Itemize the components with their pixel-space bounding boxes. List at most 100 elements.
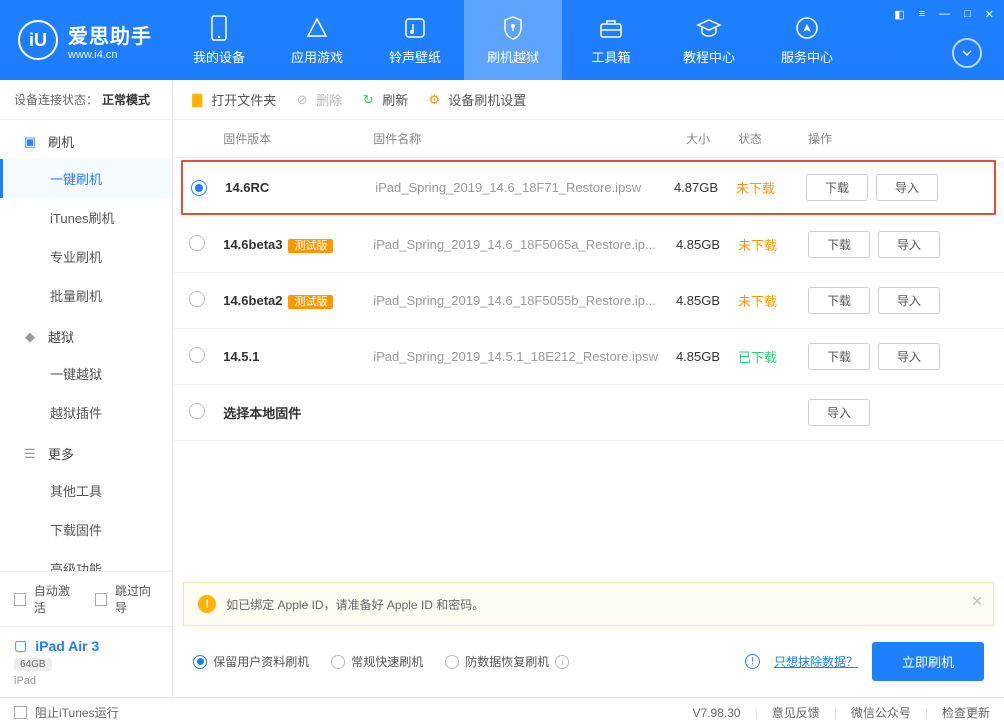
sidebar-item-advanced[interactable]: 高级功能	[0, 549, 172, 571]
window-controls: ◧ ≡ — □ ✕	[892, 6, 996, 23]
beta-badge: 测试版	[288, 239, 333, 253]
sidebar-group-jailbreak[interactable]: ◆ 越狱	[0, 315, 172, 354]
table-row[interactable]: 14.6beta3测试版 iPad_Spring_2019_14.6_18F50…	[173, 217, 1004, 273]
banner-close-icon[interactable]: ✕	[971, 593, 983, 610]
main-panel: ▇ 打开文件夹 ⊘ 删除 ↻ 刷新 ⚙ 设备刷机设置 固件版本 固件名称 大小	[173, 80, 1004, 697]
sidebar-item-batch-flash[interactable]: 批量刷机	[0, 276, 172, 315]
close-icon[interactable]: ✕	[983, 6, 996, 23]
header: iU 爱思助手 www.i4.cn 我的设备 应用游戏 铃声壁纸 刷机越狱 工具…	[0, 0, 1004, 80]
shield-icon	[500, 15, 526, 41]
skin-icon[interactable]: ◧	[892, 6, 906, 23]
nav-flash[interactable]: 刷机越狱	[464, 0, 562, 80]
menu-icon[interactable]: ≡	[917, 6, 927, 23]
download-button[interactable]: 下载	[808, 231, 870, 258]
phone-icon	[206, 15, 232, 41]
sidebar-item-download-fw[interactable]: 下载固件	[0, 510, 172, 549]
refresh-icon: ↻	[360, 92, 376, 108]
row-actions: 导入	[808, 399, 988, 426]
auto-activate-checkbox[interactable]	[14, 593, 26, 606]
download-button[interactable]: 下载	[808, 343, 870, 370]
device-info[interactable]: ▢ iPad Air 3 64GB iPad	[0, 626, 172, 697]
help-icon[interactable]: !	[745, 654, 760, 669]
firmware-size: 4.85GB	[658, 349, 738, 364]
sidebar-item-pro-flash[interactable]: 专业刷机	[0, 237, 172, 276]
row-radio[interactable]	[189, 403, 205, 419]
footer: 阻止iTunes运行 V7.98.30 | 意见反馈 | 微信公众号 | 检查更…	[0, 697, 1004, 727]
gear-icon: ⚙	[426, 92, 442, 108]
sidebar-group-more[interactable]: ☰ 更多	[0, 432, 172, 471]
maximize-icon[interactable]: □	[962, 6, 973, 23]
firmware-state: 未下载	[738, 235, 808, 254]
connection-status: 设备连接状态： 正常模式	[0, 80, 172, 120]
toolbar: ▇ 打开文件夹 ⊘ 删除 ↻ 刷新 ⚙ 设备刷机设置	[173, 80, 1004, 120]
firmware-state: 未下载	[738, 291, 808, 310]
erase-only-link[interactable]: 只想抹除数据？	[774, 653, 858, 670]
row-radio[interactable]	[189, 347, 205, 363]
sidebar-item-other-tools[interactable]: 其他工具	[0, 471, 172, 510]
nav-service[interactable]: 服务中心	[758, 0, 856, 80]
table-row[interactable]: 14.6RC iPad_Spring_2019_14.6_18F71_Resto…	[181, 160, 996, 215]
beta-badge: 测试版	[288, 295, 333, 309]
firmware-size: 4.87GB	[656, 180, 736, 195]
toolbar-open-folder[interactable]: ▇ 打开文件夹	[189, 90, 276, 109]
app-subtitle: www.i4.cn	[68, 49, 152, 61]
nav-ringtones[interactable]: 铃声壁纸	[366, 0, 464, 80]
tablet-icon: ▢	[14, 637, 27, 654]
app-version: V7.98.30	[693, 706, 741, 720]
toolbar-refresh[interactable]: ↻ 刷新	[360, 90, 408, 109]
info-icon[interactable]: i	[555, 655, 569, 669]
folder-icon: ▇	[189, 92, 205, 108]
wechat-link[interactable]: 微信公众号	[851, 704, 911, 721]
table-row[interactable]: 14.6beta2测试版 iPad_Spring_2019_14.6_18F50…	[173, 273, 1004, 329]
row-actions: 下载导入	[806, 174, 986, 201]
minimize-icon[interactable]: —	[937, 6, 952, 23]
row-radio[interactable]	[189, 235, 205, 251]
firmware-version: 14.5.1	[223, 349, 373, 364]
import-button[interactable]: 导入	[878, 287, 940, 314]
import-button[interactable]: 导入	[808, 399, 870, 426]
nav-toolbox[interactable]: 工具箱	[562, 0, 660, 80]
dropdown-arrow-icon[interactable]	[952, 38, 982, 68]
opt-keep-data[interactable]: 保留用户资料刷机	[193, 653, 309, 670]
firmware-name: iPad_Spring_2019_14.6_18F71_Restore.ipsw	[375, 180, 656, 195]
flash-now-button[interactable]: 立即刷机	[872, 642, 984, 681]
block-itunes-checkbox[interactable]	[14, 706, 27, 719]
graduation-icon	[696, 15, 722, 41]
download-button[interactable]: 下载	[806, 174, 868, 201]
firmware-state: 已下载	[738, 347, 808, 366]
row-radio[interactable]	[191, 180, 207, 196]
nav-tutorial[interactable]: 教程中心	[660, 0, 758, 80]
firmware-name: iPad_Spring_2019_14.6_18F5055b_Restore.i…	[373, 293, 658, 308]
auto-activate-row: 自动激活 跳过向导	[0, 572, 172, 626]
opt-quick-flash[interactable]: 常规快速刷机	[331, 653, 423, 670]
nav-apps[interactable]: 应用游戏	[268, 0, 366, 80]
apps-icon	[304, 15, 330, 41]
import-button[interactable]: 导入	[878, 231, 940, 258]
nav-my-device[interactable]: 我的设备	[170, 0, 268, 80]
firmware-name: iPad_Spring_2019_14.6_18F5065a_Restore.i…	[373, 237, 658, 252]
import-button[interactable]: 导入	[878, 343, 940, 370]
download-button[interactable]: 下载	[808, 287, 870, 314]
sidebar-group-flash[interactable]: ▣ 刷机	[0, 120, 172, 159]
sidebar-item-itunes-flash[interactable]: iTunes刷机	[0, 198, 172, 237]
table-row[interactable]: 14.5.1 iPad_Spring_2019_14.5.1_18E212_Re…	[173, 329, 1004, 385]
flash-options: 保留用户资料刷机 常规快速刷机 防数据恢复刷机 i ! 只想抹除数据？ 立即刷机	[173, 626, 1004, 697]
import-button[interactable]: 导入	[876, 174, 938, 201]
firmware-table: 固件版本 固件名称 大小 状态 操作 14.6RC iPad_Spring_20…	[173, 120, 1004, 582]
app-title: 爱思助手	[68, 20, 152, 49]
sidebar-item-oneclick-jb[interactable]: 一键越狱	[0, 354, 172, 393]
skip-guide-checkbox[interactable]	[95, 593, 107, 606]
sidebar-item-oneclick-flash[interactable]: 一键刷机	[0, 159, 172, 198]
music-icon	[402, 15, 428, 41]
row-radio[interactable]	[189, 291, 205, 307]
warning-icon: !	[198, 595, 216, 613]
toolbar-settings[interactable]: ⚙ 设备刷机设置	[426, 90, 526, 109]
table-row[interactable]: 选择本地固件 导入	[173, 385, 1004, 441]
opt-anti-recover[interactable]: 防数据恢复刷机 i	[445, 653, 569, 670]
firmware-version: 14.6beta2测试版	[223, 293, 373, 309]
feedback-link[interactable]: 意见反馈	[772, 704, 820, 721]
check-update-link[interactable]: 检查更新	[942, 704, 990, 721]
sidebar-item-jb-plugins[interactable]: 越狱插件	[0, 393, 172, 432]
toolbar-delete[interactable]: ⊘ 删除	[294, 90, 342, 109]
row-actions: 下载导入	[808, 343, 988, 370]
